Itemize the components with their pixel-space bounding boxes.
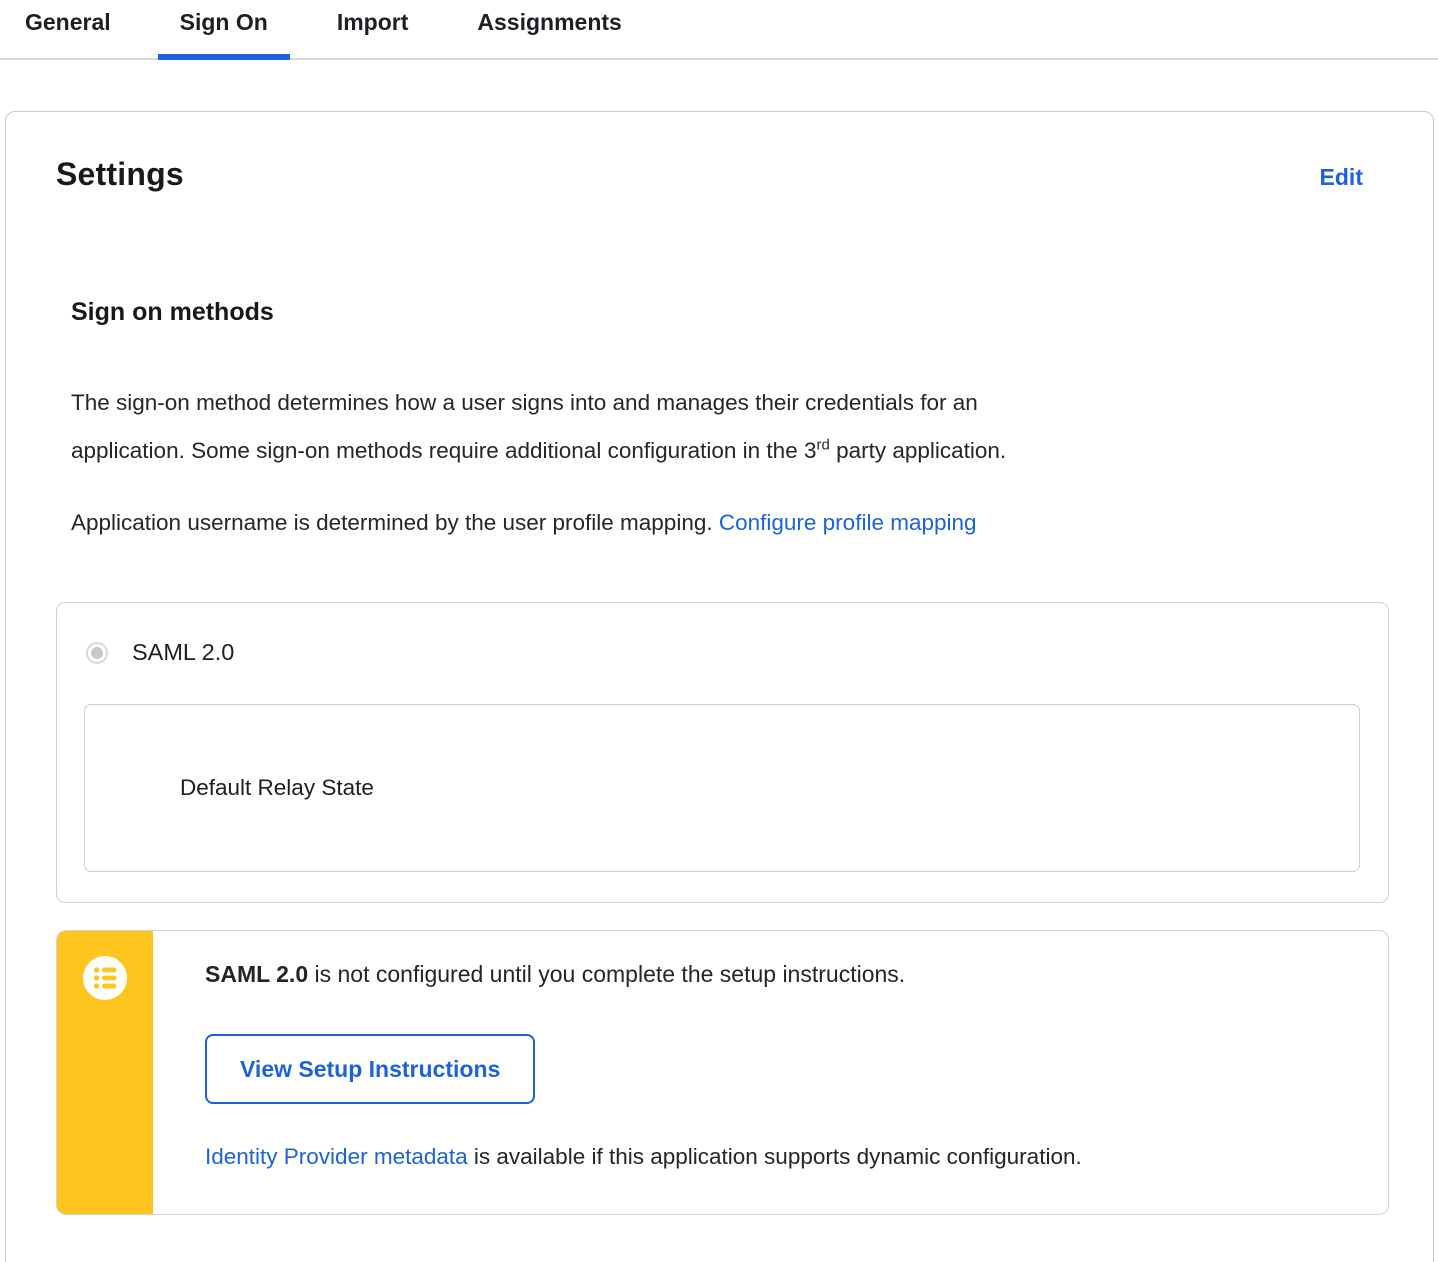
sign-on-methods-section: Sign on methods The sign-on method deter…	[56, 298, 1389, 547]
description-line-2-end: party application.	[829, 438, 1007, 463]
sign-on-methods-heading: Sign on methods	[71, 298, 274, 326]
tab-bar: General Sign On Import Assignments	[0, 0, 1438, 60]
radio-selected-dot	[91, 646, 103, 659]
username-note: Application username is determined by th…	[71, 499, 1389, 547]
description-line-1: The sign-on method determines how a user…	[71, 390, 978, 415]
warning-message-bold: SAML 2.0	[205, 961, 309, 987]
warning-message: SAML 2.0 is not configured until you com…	[205, 961, 1348, 988]
warning-accent-bar	[57, 931, 153, 1214]
tab-general[interactable]: General	[3, 0, 133, 58]
username-note-text: Application username is determined by th…	[71, 510, 719, 535]
default-relay-state-label: Default Relay State	[180, 775, 374, 800]
default-relay-state-field: Default Relay State	[84, 704, 1360, 872]
list-icon	[83, 956, 127, 1005]
saml-radio-button[interactable]	[86, 641, 108, 664]
description-line-2: application. Some sign-on methods requir…	[71, 438, 817, 463]
warning-message-rest: is not configured until you complete the…	[308, 961, 906, 987]
tab-import[interactable]: Import	[315, 0, 431, 58]
metadata-note: Identity Provider metadata is available …	[205, 1144, 1348, 1170]
warning-content: SAML 2.0 is not configured until you com…	[153, 931, 1388, 1214]
tab-sign-on[interactable]: Sign On	[157, 0, 291, 60]
metadata-note-rest: is available if this application support…	[467, 1144, 1082, 1169]
saml-method-box: SAML 2.0 Default Relay State	[56, 602, 1389, 903]
settings-card: Settings Edit Sign on methods The sign-o…	[5, 111, 1434, 1262]
configure-profile-mapping-link[interactable]: Configure profile mapping	[719, 510, 977, 535]
identity-provider-metadata-link[interactable]: Identity Provider metadata	[205, 1144, 468, 1169]
saml-warning-banner: SAML 2.0 is not configured until you com…	[56, 930, 1389, 1215]
tab-assignments[interactable]: Assignments	[455, 0, 643, 58]
saml-radio-row: SAML 2.0	[84, 639, 1360, 666]
saml-radio-label: SAML 2.0	[132, 639, 235, 665]
card-header: Settings Edit	[56, 156, 1389, 193]
edit-link[interactable]: Edit	[1320, 164, 1363, 191]
view-setup-instructions-button[interactable]: View Setup Instructions	[205, 1034, 536, 1104]
sign-on-methods-description: The sign-on method determines how a user…	[71, 379, 1389, 475]
page-title: Settings	[56, 156, 184, 192]
ordinal-superscript: rd	[816, 436, 830, 454]
